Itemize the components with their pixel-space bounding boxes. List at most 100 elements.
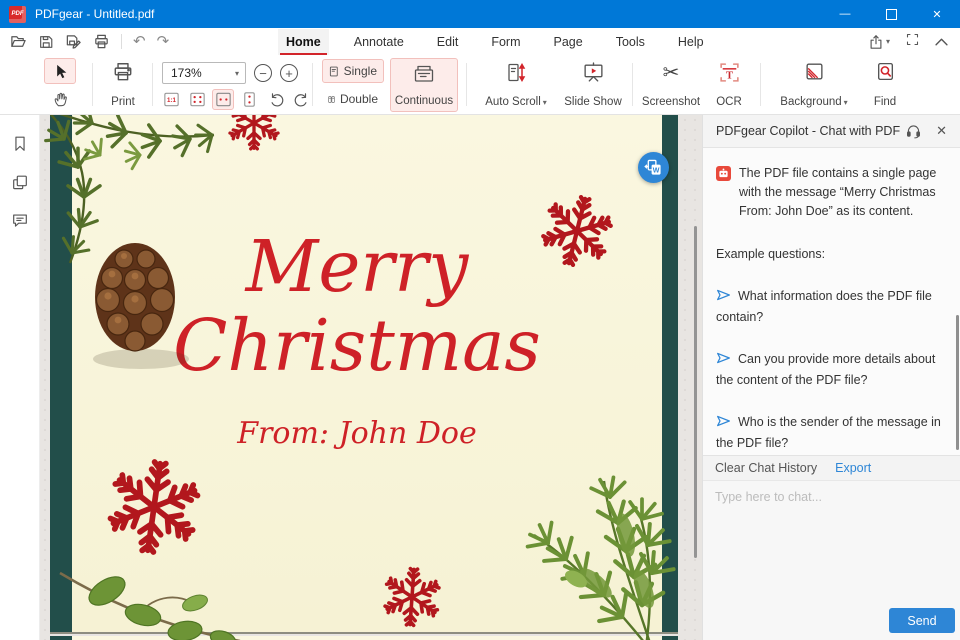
quick-access-toolbar: ↶ ↷: [10, 33, 169, 50]
title-bar: PDF PDFgear - Untitled.pdf — ✕: [0, 0, 960, 28]
fullscreen-button[interactable]: [905, 32, 920, 52]
send-triangle-icon: [716, 414, 731, 434]
zoom-in-button[interactable]: +: [280, 64, 298, 82]
send-triangle-icon: [716, 288, 731, 308]
tab-home[interactable]: Home: [278, 28, 329, 55]
send-triangle-icon: [716, 351, 731, 371]
left-sidebar: [0, 115, 40, 640]
pages-panel-button[interactable]: [11, 173, 29, 197]
background-icon: [805, 63, 823, 80]
hand-tool-button[interactable]: [44, 86, 76, 111]
actual-size-button[interactable]: 1:1: [160, 89, 182, 110]
single-page-icon: [329, 66, 338, 76]
maximize-button[interactable]: [868, 0, 914, 28]
copilot-header: PDFgear Copilot - Chat with PDF ✕: [703, 115, 960, 148]
rotate-left-button[interactable]: [290, 89, 312, 110]
rotate-right-button[interactable]: [266, 89, 288, 110]
home-toolbar: Print ▾ − + 1:1 Single: [0, 55, 960, 115]
fit-height-button[interactable]: [238, 89, 260, 110]
example-question-2[interactable]: Can you provide more details about the c…: [716, 350, 947, 390]
fit-page-button[interactable]: [186, 89, 208, 110]
select-tool-button[interactable]: [44, 58, 76, 84]
toolbar-separator: [466, 63, 467, 106]
scissors-icon: ✂: [662, 62, 680, 84]
card-right-border: [662, 115, 678, 632]
save-button[interactable]: [38, 34, 54, 50]
close-button[interactable]: ✕: [914, 0, 960, 28]
comments-panel-button[interactable]: [11, 211, 29, 234]
ocr-icon: T: [719, 63, 739, 82]
convert-to-word-button[interactable]: W: [638, 152, 669, 183]
fit-width-button[interactable]: [212, 89, 234, 110]
auto-scroll-icon: [508, 62, 526, 83]
collapse-ribbon-button[interactable]: [935, 33, 948, 51]
caret-down-icon: ▾: [542, 98, 547, 107]
caret-down-icon: ▾: [843, 98, 848, 107]
ocr-button[interactable]: T OCR: [706, 58, 752, 112]
copilot-close-button[interactable]: ✕: [936, 123, 947, 139]
auto-scroll-button[interactable]: Auto Scroll ▾: [476, 58, 556, 112]
send-button[interactable]: Send: [889, 608, 955, 633]
save-as-button[interactable]: [65, 33, 82, 50]
screenshot-button[interactable]: ✂ Screenshot: [638, 58, 704, 112]
slide-show-icon: [583, 62, 603, 82]
document-scrollbar[interactable]: [694, 226, 697, 558]
tab-page[interactable]: Page: [546, 29, 591, 55]
pdfgear-window: PDF PDFgear - Untitled.pdf — ✕ ↶ ↷ Home …: [0, 0, 960, 640]
background-button[interactable]: Background ▾: [770, 58, 858, 112]
zoom-out-button[interactable]: −: [254, 64, 272, 82]
card-right-border: [662, 636, 678, 640]
slide-show-button[interactable]: Slide Show: [560, 58, 626, 112]
chat-actions-bar: Clear Chat History Export: [703, 455, 960, 481]
chat-input-area: Send: [703, 481, 960, 640]
robot-icon: [716, 166, 731, 181]
headset-icon: [907, 124, 921, 138]
share-button[interactable]: ▾: [868, 34, 890, 50]
example-question-1[interactable]: What information does the PDF file conta…: [716, 287, 947, 327]
tab-help[interactable]: Help: [670, 29, 712, 55]
continuous-view-button[interactable]: Continuous: [390, 58, 458, 112]
print-icon: [114, 63, 132, 81]
print-button[interactable]: Print: [100, 58, 146, 112]
menu-bar: ↶ ↷ Home Annotate Edit Form Page Tools H…: [0, 28, 960, 55]
pdf-page: [50, 115, 678, 634]
chat-input[interactable]: [703, 481, 960, 601]
caret-down-icon: ▾: [885, 37, 890, 46]
card-left-border: [50, 115, 72, 632]
examples-intro: Example questions:: [716, 247, 826, 261]
word-convert-icon: W: [644, 159, 661, 175]
minimize-button[interactable]: —: [822, 0, 868, 28]
toolbar-separator: [152, 63, 153, 106]
redo-button[interactable]: ↷: [157, 34, 170, 49]
zoom-level-input[interactable]: [163, 65, 231, 81]
example-question-3[interactable]: Who is the sender of the message in the …: [716, 413, 947, 453]
tab-annotate[interactable]: Annotate: [346, 29, 412, 55]
tab-tools[interactable]: Tools: [608, 29, 653, 55]
window-title: PDFgear - Untitled.pdf: [35, 7, 155, 21]
double-page-icon: [328, 95, 335, 103]
print-quick-button[interactable]: [93, 33, 110, 50]
zoom-level-select[interactable]: ▾: [162, 62, 246, 84]
hand-icon: [54, 92, 67, 107]
content-area: Merry Christmas From: John Doe W PDFgear…: [0, 115, 960, 640]
maximize-icon: [885, 8, 897, 20]
undo-button[interactable]: ↶: [133, 34, 146, 49]
find-button[interactable]: Find: [862, 58, 908, 112]
open-file-button[interactable]: [10, 33, 27, 50]
tab-edit[interactable]: Edit: [429, 29, 467, 55]
continuous-pages-icon: [414, 65, 434, 82]
caret-down-icon: ▾: [234, 68, 239, 78]
export-chat-button[interactable]: Export: [835, 461, 871, 475]
single-page-view-button[interactable]: Single: [322, 59, 384, 83]
minimize-icon: —: [839, 8, 851, 20]
clear-chat-history-button[interactable]: Clear Chat History: [715, 461, 817, 475]
menu-right-controls: ▾: [868, 28, 948, 55]
double-page-view-button[interactable]: Double: [322, 87, 384, 111]
support-button[interactable]: [905, 123, 922, 140]
document-viewport[interactable]: Merry Christmas From: John Doe W: [40, 115, 702, 640]
bookmarks-panel-button[interactable]: [11, 134, 29, 158]
copilot-scrollbar[interactable]: [956, 315, 959, 450]
window-controls: — ✕: [822, 0, 960, 28]
tab-form[interactable]: Form: [483, 29, 528, 55]
toolbar-separator: [760, 63, 761, 106]
